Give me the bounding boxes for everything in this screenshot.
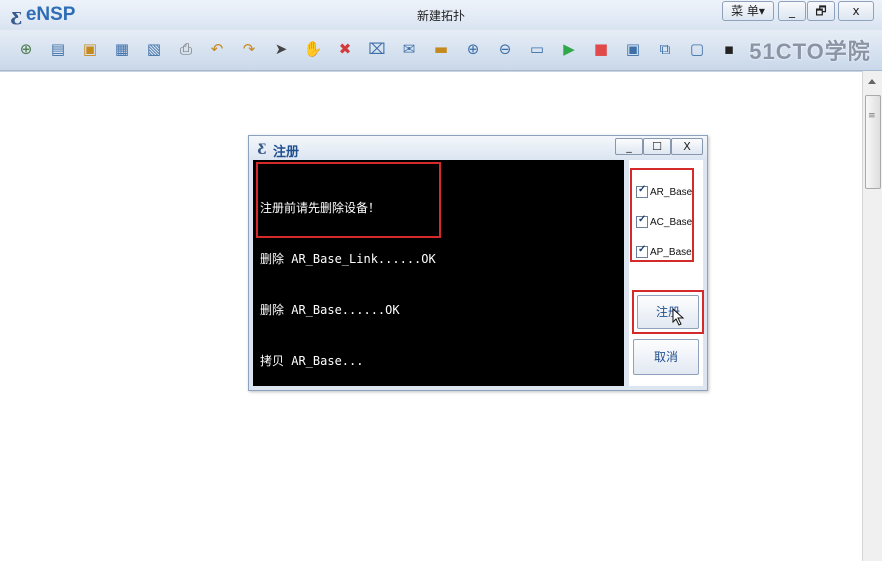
fit-icon[interactable]: ▭ xyxy=(527,39,547,59)
start-icon[interactable]: ▶ xyxy=(559,39,579,59)
ensp-logo-icon: ƹ xyxy=(257,139,267,155)
dialog-minimize-button[interactable]: _ xyxy=(615,138,643,155)
example-icon[interactable]: ▣ xyxy=(80,39,100,59)
checkbox-ac-base[interactable]: AC_Base xyxy=(636,214,692,230)
zoom-in-icon[interactable]: ⊕ xyxy=(463,39,483,59)
delete-icon[interactable]: ✖ xyxy=(335,39,355,59)
minimize-button[interactable]: _ xyxy=(778,1,806,21)
dialog-title-bar[interactable]: ƹ 注册 _ ☐ X xyxy=(249,136,707,160)
title-bar: ƹ eNSP 新建拓扑 菜 单▾ _ 🗗 x xyxy=(0,0,882,30)
pan-hand-icon[interactable]: ✋ xyxy=(303,39,323,59)
console-output: 注册前请先删除设备！ 删除 AR_Base_Link......OK 删除 AR… xyxy=(253,160,624,386)
mouse-cursor-icon xyxy=(672,308,685,326)
register-dialog: ƹ 注册 _ ☐ X 注册前请先删除设备！ 删除 AR_Base_Link...… xyxy=(248,135,708,391)
redo-icon[interactable]: ↷ xyxy=(239,39,259,59)
checkbox-checked-icon[interactable] xyxy=(636,184,648,198)
console-highlight: 注册前请先删除设备！ 删除 AR_Base_Link......OK 删除 AR… xyxy=(256,162,441,368)
options-panel: AR_Base AC_Base AP_Base 注册 取消 xyxy=(629,160,704,386)
stop-icon[interactable]: ■ xyxy=(591,39,611,59)
dialog-maximize-button[interactable]: ☐ xyxy=(643,138,671,155)
console-line: 拷贝 AR_Base... xyxy=(260,354,364,368)
text-icon[interactable]: ✉ xyxy=(399,39,419,59)
checkbox-checked-icon[interactable] xyxy=(636,214,648,228)
panel-icon[interactable]: ▢ xyxy=(687,39,707,59)
register-highlight: 注册 xyxy=(632,290,704,334)
select-pointer-icon[interactable]: ➤ xyxy=(271,39,291,59)
register-button[interactable]: 注册 xyxy=(637,295,699,329)
grip-icon: ≡ xyxy=(868,111,876,121)
checkbox-label: AR_Base xyxy=(650,186,693,198)
restore-button[interactable]: 🗗 xyxy=(807,1,835,21)
open-icon[interactable]: ▤ xyxy=(48,39,68,59)
dialog-title: 注册 xyxy=(273,145,300,160)
save-as-icon[interactable]: ▧ xyxy=(144,39,164,59)
scroll-up-icon[interactable] xyxy=(868,79,876,84)
save-icon[interactable]: ▦ xyxy=(112,39,132,59)
cancel-button[interactable]: 取消 xyxy=(633,339,699,375)
checkbox-ap-base[interactable]: AP_Base xyxy=(636,244,692,260)
checkbox-group: AR_Base AC_Base AP_Base xyxy=(630,168,694,262)
checkbox-label: AP_Base xyxy=(650,246,692,258)
checkbox-checked-icon[interactable] xyxy=(636,244,648,258)
print-icon[interactable]: ⎙ xyxy=(176,39,196,59)
console-line: 注册前请先删除设备！ xyxy=(260,201,381,215)
dialog-close-button[interactable]: X xyxy=(671,138,703,155)
scrollbar-thumb[interactable] xyxy=(865,95,881,189)
vertical-scrollbar[interactable]: ≡ xyxy=(862,71,882,561)
topology-icon[interactable]: ⧉ xyxy=(655,39,675,59)
new-topology-icon[interactable]: ⊕ xyxy=(16,39,36,59)
zoom-out-icon[interactable]: ⊖ xyxy=(495,39,515,59)
checkbox-ar-base[interactable]: AR_Base xyxy=(636,184,692,200)
watermark: 51CTO学院 xyxy=(749,39,871,64)
undo-icon[interactable]: ↶ xyxy=(207,39,227,59)
console-line: 删除 AR_Base......OK xyxy=(260,303,400,317)
capture-icon[interactable]: ▣ xyxy=(623,39,643,59)
palette-icon[interactable]: ▬ xyxy=(431,39,451,59)
console-icon[interactable]: ▪ xyxy=(719,39,739,59)
console-line: 删除 AR_Base_Link......OK xyxy=(260,252,436,266)
checkbox-label: AC_Base xyxy=(650,216,693,228)
close-button[interactable]: x xyxy=(838,1,874,21)
menu-button[interactable]: 菜 单▾ xyxy=(722,1,774,21)
delete-link-icon[interactable]: ⌧ xyxy=(367,39,387,59)
